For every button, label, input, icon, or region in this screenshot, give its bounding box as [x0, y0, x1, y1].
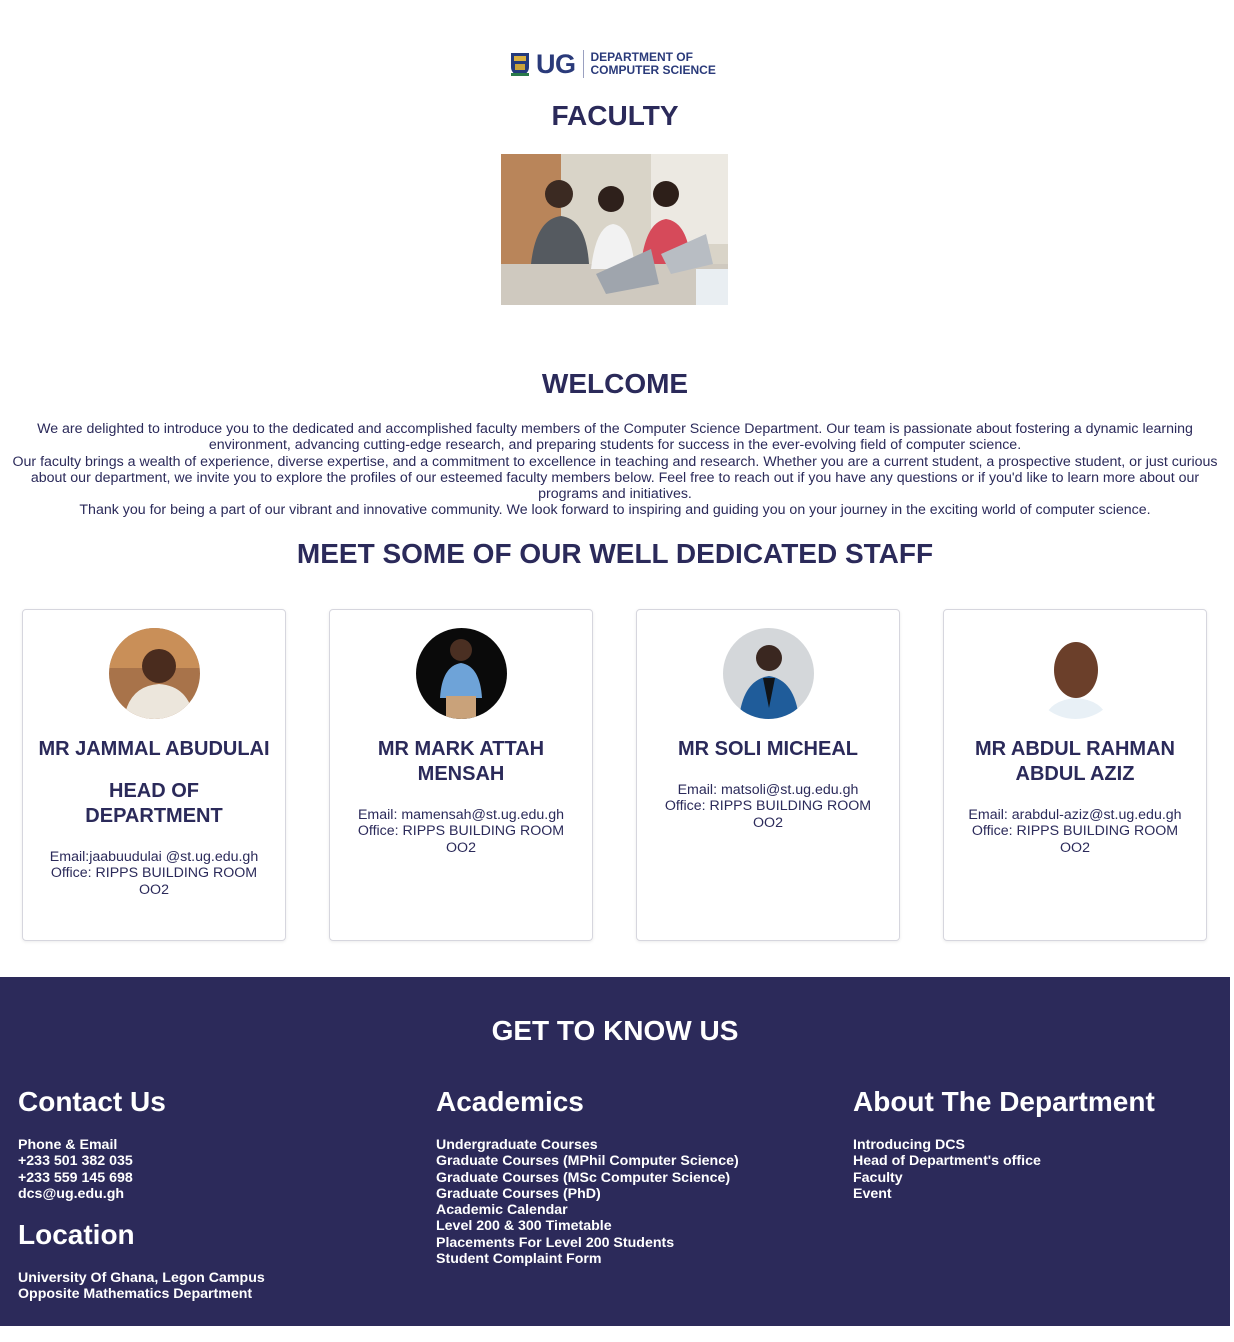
staff-name: MR SOLI MICHEAL [678, 738, 858, 760]
contact-details: Phone & Email +233 501 382 035 +233 559 … [18, 1137, 265, 1202]
staff-office: Office: RIPPS BUILDING ROOM OO2 [971, 823, 1179, 856]
footer-link-placements[interactable]: Placements For Level 200 Students [436, 1235, 739, 1251]
contact-label: Phone & Email [18, 1137, 118, 1153]
academics-column: Academics Undergraduate Courses Graduate… [436, 1085, 739, 1267]
phone-link[interactable]: +233 559 145 698 [18, 1170, 265, 1186]
staff-avatar [722, 628, 814, 719]
contact-column: Contact Us Phone & Email +233 501 382 03… [18, 1085, 265, 1303]
location-heading: Location [18, 1219, 135, 1251]
logo-department-text: DEPARTMENT OF COMPUTER SCIENCE [584, 51, 716, 77]
staff-name: MR ABDUL RAHMAN ABDUL AZIZ [975, 738, 1175, 785]
staff-office: Office: RIPPS BUILDING ROOM OO2 [664, 798, 872, 831]
footer-link-undergraduate-courses[interactable]: Undergraduate Courses [436, 1137, 739, 1153]
footer-link-academic-calendar[interactable]: Academic Calendar [436, 1202, 739, 1218]
email-link[interactable]: dcs@ug.edu.gh [18, 1186, 265, 1202]
staff-avatar [415, 628, 507, 719]
about-links: Introducing DCS Head of Department's off… [853, 1137, 1155, 1202]
contact-heading: Contact Us [18, 1086, 166, 1117]
staff-contact: Email: mamensah@st.ug.edu.gh Office: RIP… [348, 807, 574, 856]
footer-link-phd-courses[interactable]: Graduate Courses (PhD) [436, 1186, 739, 1202]
location-line: Opposite Mathematics Department [18, 1286, 253, 1303]
about-heading: About The Department [853, 1086, 1155, 1117]
staff-name: MR JAMMAL ABUDULAI [38, 738, 270, 760]
site-footer: GET TO KNOW US Contact Us Phone & Email … [0, 977, 1230, 1326]
footer-title: GET TO KNOW US [491, 1015, 739, 1046]
logo-line-2: COMPUTER SCIENCE [590, 63, 716, 77]
welcome-paragraph: We are delighted to introduce you to the… [37, 421, 1193, 454]
footer-link-faculty[interactable]: Faculty [853, 1170, 1155, 1186]
staff-heading: MEET SOME OF OUR WELL DEDICATED STAFF [296, 538, 934, 569]
staff-email: Email: arabdul-aziz@st.ug.edu.gh [968, 807, 1182, 823]
welcome-paragraph: Our faculty brings a wealth of experienc… [12, 453, 1218, 503]
staff-contact: Email:jaabuudulai @st.ug.edu.gh Office: … [41, 849, 267, 898]
footer-link-hod-office[interactable]: Head of Department's office [853, 1153, 1155, 1169]
location-details: University Of Ghana, Legon Campus Opposi… [18, 1270, 265, 1303]
footer-link-mphil-courses[interactable]: Graduate Courses (MPhil Computer Science… [436, 1153, 739, 1169]
staff-office: Office: RIPPS BUILDING ROOM OO2 [357, 823, 565, 856]
footer-link-timetable[interactable]: Level 200 & 300 Timetable [436, 1218, 739, 1234]
staff-avatar [108, 628, 200, 719]
staff-card: MR ABDUL RAHMAN ABDUL AZIZ Email: arabdu… [943, 609, 1207, 941]
university-crest-icon [511, 53, 529, 76]
staff-card: MR MARK ATTAH MENSAH Email: mamensah@st.… [329, 609, 593, 941]
staff-card: MR JAMMAL ABUDULAI HEAD OF DEPARTMENT Em… [22, 609, 286, 941]
page-title: FACULTY [551, 100, 679, 131]
academics-heading: Academics [436, 1086, 584, 1117]
staff-role: HEAD OF DEPARTMENT [85, 780, 223, 827]
staff-office: Office: RIPPS BUILDING ROOM OO2 [50, 865, 258, 898]
phone-link[interactable]: +233 501 382 035 [18, 1153, 265, 1169]
footer-link-event[interactable]: Event [853, 1186, 1155, 1202]
location-line: University Of Ghana, Legon Campus [18, 1270, 265, 1287]
welcome-heading: WELCOME [541, 368, 689, 399]
welcome-text: We are delighted to introduce you to the… [4, 421, 1226, 519]
academics-links: Undergraduate Courses Graduate Courses (… [436, 1137, 739, 1267]
staff-contact: Email: arabdul-aziz@st.ug.edu.gh Office:… [962, 807, 1188, 856]
staff-email: Email:jaabuudulai @st.ug.edu.gh [49, 849, 259, 865]
footer-link-complaint-form[interactable]: Student Complaint Form [436, 1251, 739, 1267]
staff-card: MR SOLI MICHEAL Email: matsoli@st.ug.edu… [636, 609, 900, 941]
hero-students-image [501, 154, 728, 305]
logo-ug-text: UG [536, 50, 584, 78]
staff-avatar [1029, 628, 1121, 719]
about-column: About The Department Introducing DCS Hea… [853, 1085, 1155, 1202]
staff-contact: Email: matsoli@st.ug.edu.gh Office: RIPP… [655, 782, 881, 831]
footer-link-msc-courses[interactable]: Graduate Courses (MSc Computer Science) [436, 1170, 739, 1186]
staff-email: Email: matsoli@st.ug.edu.gh [677, 782, 859, 798]
welcome-paragraph: Thank you for being a part of our vibran… [79, 502, 1151, 519]
staff-name: MR MARK ATTAH MENSAH [377, 738, 545, 785]
footer-link-introducing-dcs[interactable]: Introducing DCS [853, 1137, 1155, 1153]
department-logo[interactable]: UG DEPARTMENT OF COMPUTER SCIENCE [510, 48, 716, 80]
staff-email: Email: mamensah@st.ug.edu.gh [357, 807, 565, 823]
